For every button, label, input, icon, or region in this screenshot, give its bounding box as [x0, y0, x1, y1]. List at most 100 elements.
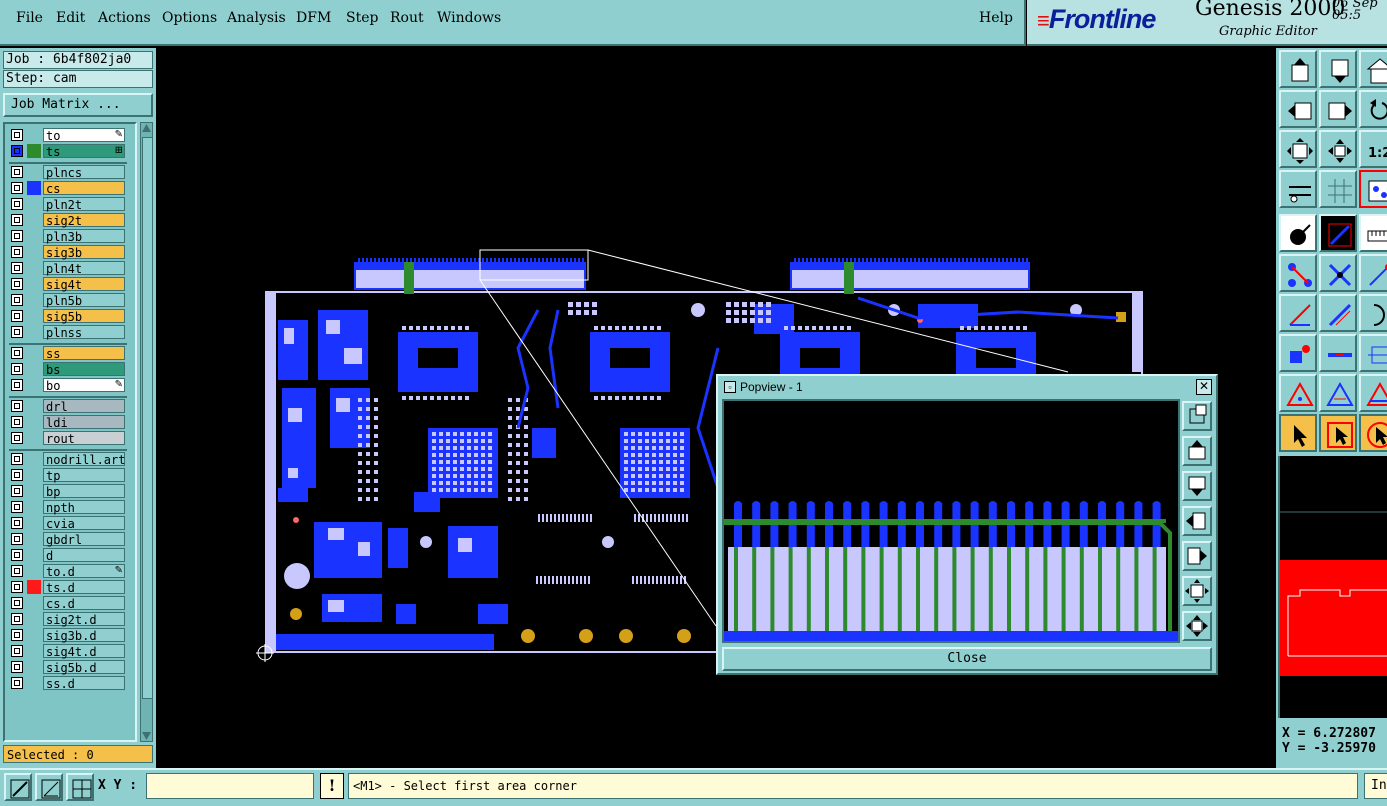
snap-mode-button[interactable] [4, 773, 32, 801]
layer-checkbox[interactable] [11, 262, 23, 274]
angle-mode-button[interactable] [35, 773, 63, 801]
layer-row[interactable]: ss [9, 346, 127, 361]
layer-row[interactable]: sig2t.d [9, 612, 127, 627]
layer-checkbox[interactable] [11, 363, 23, 375]
layer-name[interactable]: ts [43, 144, 125, 159]
layer-name[interactable]: sig4t [43, 277, 125, 292]
layer-color-swatch[interactable] [27, 197, 41, 211]
layer-row[interactable]: pln2t [9, 197, 127, 212]
menu-rout[interactable]: Rout [390, 10, 424, 26]
layer-color-swatch[interactable] [27, 399, 41, 413]
layer-color-swatch[interactable] [27, 532, 41, 546]
undo-view-button[interactable] [1359, 90, 1387, 128]
info-button[interactable]: In [1364, 773, 1387, 799]
layer-row[interactable]: sig2t [9, 213, 127, 228]
layer-row[interactable]: bp [9, 484, 127, 499]
layer-checkbox[interactable] [11, 347, 23, 359]
overview-map[interactable] [1278, 456, 1387, 718]
layer-name[interactable]: rout [43, 431, 125, 446]
layer-color-swatch[interactable] [27, 362, 41, 376]
layer-checkbox[interactable] [11, 613, 23, 625]
layer-checkbox[interactable] [11, 145, 23, 157]
layer-checkbox[interactable] [11, 432, 23, 444]
layer-color-swatch[interactable] [27, 277, 41, 291]
layer-checkbox[interactable] [11, 453, 23, 465]
layer-color-swatch[interactable] [27, 548, 41, 562]
layer-name[interactable]: d [43, 548, 125, 563]
layer-row[interactable]: plnss [9, 325, 127, 340]
layer-row[interactable]: sig3b [9, 245, 127, 260]
menu-analysis[interactable]: Analysis [227, 10, 286, 26]
layer-checkbox[interactable] [11, 129, 23, 141]
job-matrix-button[interactable]: Job Matrix ... [3, 93, 153, 117]
popview-close-button[interactable]: Close [722, 647, 1212, 671]
layer-name[interactable]: to.d [43, 564, 125, 579]
menu-help[interactable]: Help [979, 10, 1013, 26]
pointer-box-tool-button[interactable] [1319, 414, 1357, 452]
layer-name[interactable]: tp [43, 468, 125, 483]
layer-name[interactable]: nodrill.art [43, 452, 125, 467]
pad-tool-button[interactable] [1279, 334, 1317, 372]
layer-row[interactable]: cs.d [9, 596, 127, 611]
scrollbar-thumb[interactable] [142, 137, 153, 699]
layer-checkbox[interactable] [11, 533, 23, 545]
layer-color-swatch[interactable] [27, 676, 41, 690]
connect-tool-button[interactable] [1279, 254, 1317, 292]
layer-row[interactable]: npth [9, 500, 127, 515]
layer-checkbox[interactable] [11, 469, 23, 481]
layer-row[interactable]: d [9, 548, 127, 563]
layer-color-swatch[interactable] [27, 229, 41, 243]
layer-checkbox[interactable] [11, 198, 23, 210]
layer-checkbox[interactable] [11, 485, 23, 497]
layer-checkbox[interactable] [11, 310, 23, 322]
layer-row[interactable]: sig5b.d [9, 660, 127, 675]
select-feature-button[interactable] [1279, 214, 1317, 252]
layer-row[interactable]: to.d ✎ [9, 564, 127, 579]
pointer-circle-tool-button[interactable] [1359, 414, 1387, 452]
popview-graphic[interactable] [722, 399, 1180, 643]
layer-color-swatch[interactable] [27, 431, 41, 445]
layer-row[interactable]: sig3b.d [9, 628, 127, 643]
layer-color-swatch[interactable] [27, 468, 41, 482]
layer-checkbox[interactable] [11, 629, 23, 641]
layer-row[interactable]: sig5b [9, 309, 127, 324]
layer-color-swatch[interactable] [27, 293, 41, 307]
layer-name[interactable]: sig4t.d [43, 644, 125, 659]
layer-name[interactable]: sig3b.d [43, 628, 125, 643]
layer-checkbox[interactable] [11, 326, 23, 338]
layer-name[interactable]: sig2t.d [43, 612, 125, 627]
layer-color-swatch[interactable] [27, 452, 41, 466]
layer-row[interactable]: sig4t [9, 277, 127, 292]
layer-row[interactable]: drl [9, 399, 127, 414]
layer-color-swatch[interactable] [27, 564, 41, 578]
layer-row[interactable]: to ✎ [9, 128, 127, 143]
pv-pan-up-button[interactable] [1182, 436, 1212, 466]
menu-dfm[interactable]: DFM [296, 10, 331, 26]
layer-color-swatch[interactable] [27, 325, 41, 339]
layer-checkbox[interactable] [11, 645, 23, 657]
pv-pan-down-button[interactable] [1182, 471, 1212, 501]
grid-snap-button[interactable] [66, 773, 94, 801]
layer-color-swatch[interactable] [27, 309, 41, 323]
layer-name[interactable]: gbdrl [43, 532, 125, 547]
layer-name[interactable]: sig2t [43, 213, 125, 228]
home-icon[interactable] [1359, 50, 1387, 88]
layer-row[interactable]: tp [9, 468, 127, 483]
layer-checkbox[interactable] [11, 294, 23, 306]
layer-row[interactable]: ldi [9, 415, 127, 430]
layer-checkbox[interactable] [11, 581, 23, 593]
layer-color-swatch[interactable] [27, 378, 41, 392]
layer-checkbox[interactable] [11, 661, 23, 673]
line-tool-button[interactable] [1279, 294, 1317, 332]
pointer-tool-button[interactable] [1279, 414, 1317, 452]
zoom-center-button[interactable] [1319, 130, 1357, 168]
layer-name[interactable]: drl [43, 399, 125, 414]
layer-row[interactable]: bo ✎ [9, 378, 127, 393]
layer-row[interactable]: ss.d [9, 676, 127, 691]
layer-name[interactable]: sig3b [43, 245, 125, 260]
layer-color-swatch[interactable] [27, 500, 41, 514]
layer-color-swatch[interactable] [27, 596, 41, 610]
pan-left-button[interactable] [1279, 90, 1317, 128]
layer-color-swatch[interactable] [27, 516, 41, 530]
layer-name[interactable]: ss.d [43, 676, 125, 691]
